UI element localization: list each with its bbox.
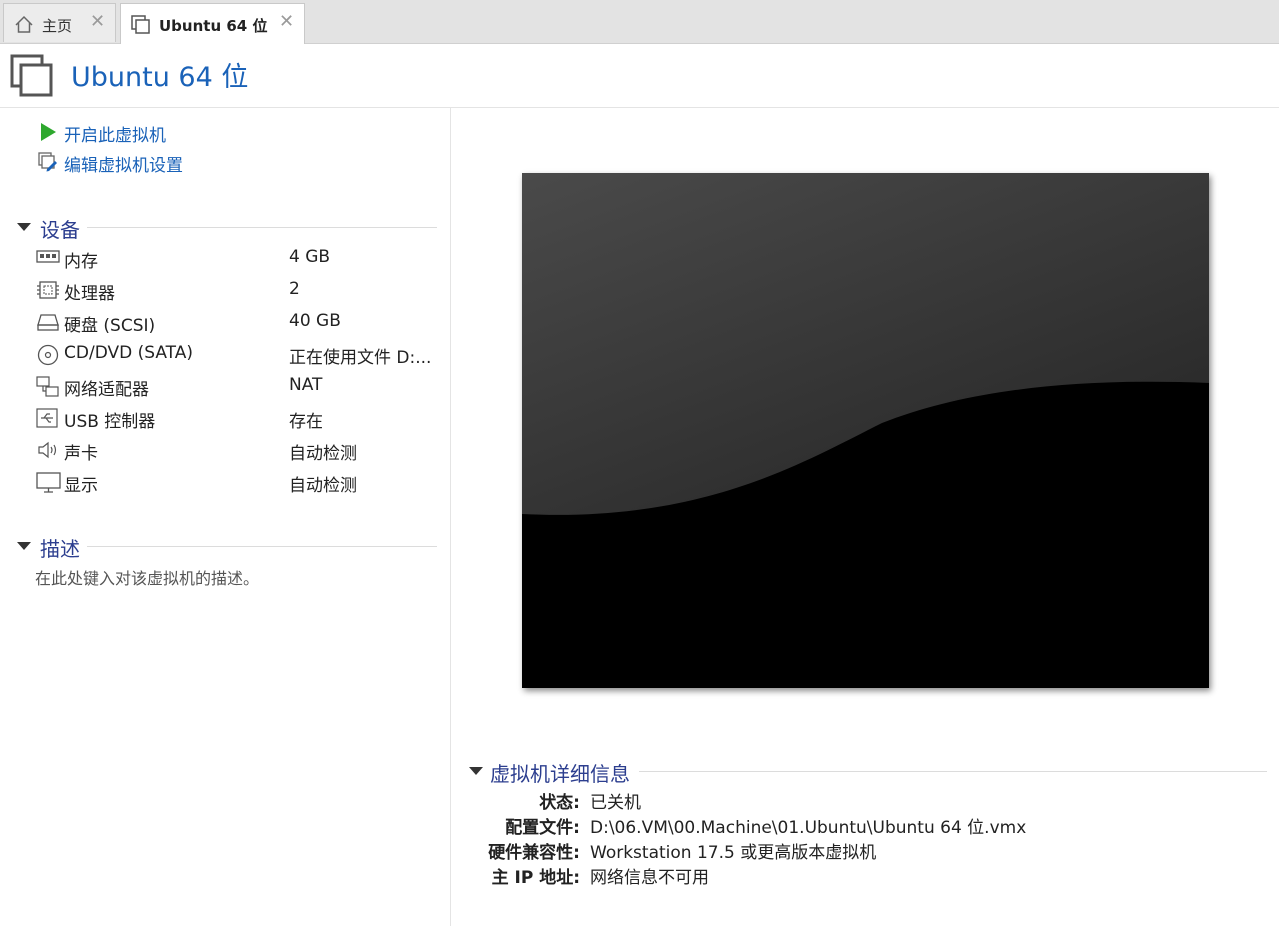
close-icon[interactable]: ✕ [90,13,105,31]
tab-ubuntu-label: Ubuntu 64 位 [159,17,268,35]
collapse-triangle-icon [469,767,483,775]
left-panel: 开启此虚拟机 编辑虚拟机设置 设备 内存 4 GB 处理器 2 硬盘 (SCSI… [0,108,451,926]
tab-home-label: 主页 [42,17,73,35]
devices-section-header[interactable]: 设备 [17,214,437,243]
detail-key: 主 IP 地址: [491,868,580,888]
device-row-cd-dvd[interactable]: CD/DVD (SATA) 正在使用文件 D:... [36,341,446,370]
device-value: 自动检测 [289,444,357,464]
collapse-triangle-icon [17,542,31,550]
detail-key: 状态: [539,793,580,813]
tab-bar: 主页 ✕ Ubuntu 64 位 ✕ [0,0,1279,44]
page-title: Ubuntu 64 位 [71,62,249,93]
device-name: 硬盘 (SCSI) [64,316,156,336]
detail-value: 网络信息不可用 [590,868,709,888]
collapse-triangle-icon [17,223,31,231]
device-row-usb[interactable]: USB 控制器 存在 [36,405,446,434]
close-icon[interactable]: ✕ [279,13,294,31]
device-value: 40 GB [289,311,341,331]
device-name: 网络适配器 [64,380,149,400]
device-name: 显示 [64,476,98,496]
sound-icon [36,440,60,464]
device-value: 存在 [289,412,323,432]
device-name: 声卡 [64,444,98,464]
device-name: 处理器 [64,284,115,304]
detail-key: 配置文件: [505,818,580,838]
device-value: 自动检测 [289,476,357,496]
description-input[interactable]: 在此处键入对该虚拟机的描述。 [35,565,259,589]
details-section-header[interactable]: 虚拟机详细信息 [469,758,1267,787]
device-value: 正在使用文件 D:... [289,348,432,368]
detail-value: Workstation 17.5 或更高版本虚拟机 [590,843,877,863]
device-row-memory[interactable]: 内存 4 GB [36,245,446,272]
vm-icon [131,15,151,39]
screen-thumbnail-image [522,173,1209,688]
detail-key: 硬件兼容性: [488,843,580,863]
detail-value: 已关机 [590,793,641,813]
device-value: 2 [289,279,300,299]
display-icon [36,472,62,498]
device-row-sound[interactable]: 声卡 自动检测 [36,437,446,464]
vm-screen-preview[interactable] [522,173,1209,688]
detail-row-state: 状态: 已关机 [440,788,1260,813]
divider [87,227,437,228]
power-on-label: 开启此虚拟机 [64,126,166,146]
device-name: CD/DVD (SATA) [64,343,193,363]
device-row-display[interactable]: 显示 自动检测 [36,469,446,498]
description-title: 描述 [40,533,84,562]
detail-row-config-file: 配置文件: D:\06.VM\00.Machine\01.Ubuntu\Ubun… [440,813,1260,838]
device-value: 4 GB [289,247,331,267]
device-value: NAT [289,375,323,395]
vm-large-icon [10,54,54,102]
vm-header: Ubuntu 64 位 [0,44,1279,108]
detail-row-ip: 主 IP 地址: 网络信息不可用 [440,863,1260,888]
details-title: 虚拟机详细信息 [490,758,634,787]
device-name: 内存 [64,252,98,272]
detail-value: D:\06.VM\00.Machine\01.Ubuntu\Ubuntu 64 … [590,818,1027,838]
devices-title: 设备 [40,214,84,243]
device-name: USB 控制器 [64,412,156,432]
harddisk-icon [36,312,60,336]
detail-row-compatibility: 硬件兼容性: Workstation 17.5 或更高版本虚拟机 [440,838,1260,863]
play-icon [38,122,58,146]
home-icon [14,15,34,39]
network-icon [36,376,60,402]
tab-ubuntu[interactable]: Ubuntu 64 位 ✕ [120,3,305,44]
description-section-header[interactable]: 描述 [17,533,437,562]
tab-home[interactable]: 主页 ✕ [3,3,116,42]
edit-settings-icon [38,152,58,176]
usb-icon [36,408,60,434]
device-row-harddisk[interactable]: 硬盘 (SCSI) 40 GB [36,309,446,336]
divider [87,546,437,547]
edit-settings-label: 编辑虚拟机设置 [64,156,183,176]
divider [639,771,1267,772]
cd-dvd-icon [36,344,60,370]
device-row-cpu[interactable]: 处理器 2 [36,277,446,304]
cpu-icon [36,280,60,304]
memory-icon [36,248,60,270]
device-row-network[interactable]: 网络适配器 NAT [36,373,446,402]
